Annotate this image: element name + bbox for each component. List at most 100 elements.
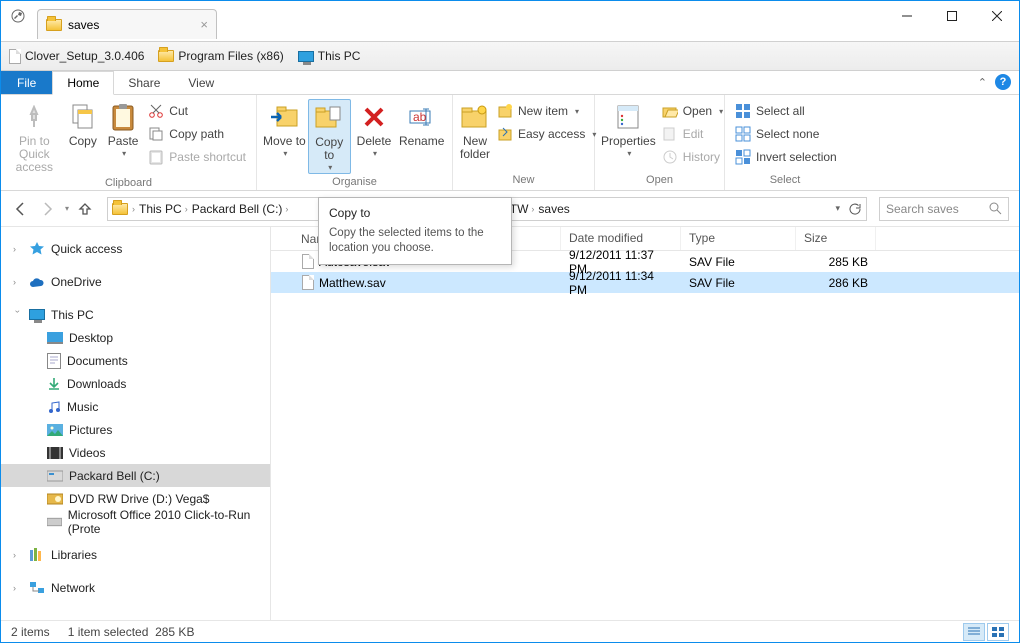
refresh-icon[interactable]	[848, 202, 862, 216]
up-button[interactable]	[75, 199, 95, 219]
monitor-icon	[29, 309, 45, 320]
copy-icon	[67, 101, 99, 133]
history-button[interactable]: History	[658, 147, 727, 167]
back-button[interactable]	[11, 199, 31, 219]
copy-to-icon	[313, 102, 345, 134]
paste-button[interactable]: Paste ▾	[104, 99, 142, 159]
open-icon	[662, 103, 678, 119]
paste-shortcut-button[interactable]: Paste shortcut	[144, 147, 250, 167]
cloud-icon	[29, 276, 45, 288]
quick-access-toolbar-icon[interactable]	[7, 5, 29, 27]
tree-network[interactable]: ›Network	[1, 576, 270, 599]
list-item[interactable]: Matthew.sav 9/12/2011 11:34 PM SAV File …	[271, 272, 1019, 293]
crumb-packard-bell[interactable]: Packard Bell (C:)›	[192, 202, 289, 216]
search-placeholder: Search saves	[886, 202, 983, 216]
copy-to-button[interactable]: Copy to▾	[308, 99, 351, 174]
tab-view[interactable]: View	[174, 71, 228, 94]
crumb-saves[interactable]: saves	[538, 202, 569, 216]
status-selection: 1 item selected 285 KB	[68, 625, 195, 639]
select-all-button[interactable]: Select all	[731, 101, 841, 121]
search-input[interactable]: Search saves	[879, 197, 1009, 221]
edit-button[interactable]: Edit	[658, 124, 727, 144]
pin-icon	[18, 101, 50, 133]
bookmark-program-files[interactable]: Program Files (x86)	[158, 49, 283, 63]
paste-shortcut-icon	[148, 149, 164, 165]
close-tab-icon[interactable]: ×	[200, 17, 208, 32]
desktop-icon	[47, 332, 63, 344]
large-icons-view-button[interactable]	[987, 623, 1009, 641]
select-all-icon	[735, 103, 751, 119]
new-item-button[interactable]: New item▾	[493, 101, 600, 121]
tree-documents[interactable]: Documents	[1, 349, 270, 372]
crumb-this-pc[interactable]: This PC›	[139, 202, 188, 216]
cut-button[interactable]: Cut	[144, 101, 250, 121]
copy-path-button[interactable]: Copy path	[144, 124, 250, 144]
document-icon	[47, 353, 61, 369]
select-none-button[interactable]: Select none	[731, 124, 841, 144]
group-label-new: New	[453, 172, 594, 190]
navigation-pane[interactable]: › Quick access › OneDrive › This PC Desk…	[1, 227, 271, 620]
group-label-organise: Organise	[257, 174, 452, 192]
new-folder-button[interactable]: New folder	[459, 99, 491, 161]
file-icon	[9, 49, 21, 64]
invert-selection-icon	[735, 149, 751, 165]
easy-access-icon	[497, 126, 513, 142]
group-label-open: Open	[595, 172, 724, 190]
folder-icon	[158, 50, 174, 62]
rename-button[interactable]: ab Rename	[397, 99, 446, 148]
maximize-button[interactable]	[929, 1, 974, 30]
bookmark-this-pc[interactable]: This PC	[298, 49, 361, 63]
collapse-ribbon-icon[interactable]: ⌃	[978, 76, 987, 89]
tree-music[interactable]: Music	[1, 395, 270, 418]
tree-desktop[interactable]: Desktop	[1, 326, 270, 349]
title-bar: saves ×	[1, 1, 1019, 41]
easy-access-button[interactable]: Easy access▾	[493, 124, 600, 144]
svg-text:ab: ab	[413, 110, 427, 124]
tree-office-drive[interactable]: Microsoft Office 2010 Click-to-Run (Prot…	[1, 510, 270, 533]
libraries-icon	[29, 548, 45, 562]
tree-pictures[interactable]: Pictures	[1, 418, 270, 441]
monitor-icon	[298, 51, 314, 62]
ribbon-tab-strip: File Home Share View ⌃ ?	[1, 71, 1019, 95]
tab-share[interactable]: Share	[114, 71, 174, 94]
tab-home[interactable]: Home	[52, 71, 114, 95]
file-list[interactable]: Name Date modified Type Size Autosave.sa…	[271, 227, 1019, 620]
minimize-button[interactable]	[884, 1, 929, 30]
status-bar: 2 items 1 item selected 285 KB	[1, 620, 1019, 642]
close-window-button[interactable]	[974, 1, 1019, 30]
move-to-icon	[268, 101, 300, 133]
move-to-button[interactable]: Move to▾	[263, 99, 306, 159]
pin-to-quick-access-button[interactable]: Pin to Quick access	[7, 99, 62, 175]
forward-button[interactable]	[37, 199, 57, 219]
tree-downloads[interactable]: Downloads	[1, 372, 270, 395]
bookmark-clover-setup[interactable]: Clover_Setup_3.0.406	[9, 49, 144, 64]
tree-libraries[interactable]: ›Libraries	[1, 543, 270, 566]
tree-this-pc[interactable]: › This PC	[1, 303, 270, 326]
help-icon[interactable]: ?	[995, 74, 1011, 90]
column-size[interactable]: Size	[796, 227, 876, 250]
delete-button[interactable]: Delete▾	[353, 99, 396, 159]
tree-quick-access[interactable]: › Quick access	[1, 237, 270, 260]
group-label-select: Select	[725, 172, 845, 190]
details-view-button[interactable]	[963, 623, 985, 641]
star-icon	[29, 241, 45, 257]
recent-locations-icon[interactable]: ▾	[65, 204, 69, 213]
properties-button[interactable]: Properties▾	[601, 99, 656, 159]
invert-selection-button[interactable]: Invert selection	[731, 147, 841, 167]
music-icon	[47, 400, 61, 414]
scissors-icon	[148, 103, 164, 119]
file-icon	[302, 254, 314, 269]
tree-onedrive[interactable]: › OneDrive	[1, 270, 270, 293]
browser-tab-saves[interactable]: saves ×	[37, 9, 217, 39]
copy-button[interactable]: Copy	[64, 99, 102, 148]
tree-packard-bell[interactable]: Packard Bell (C:)	[1, 464, 270, 487]
open-button[interactable]: Open▾	[658, 101, 727, 121]
copy-path-icon	[148, 126, 164, 142]
column-type[interactable]: Type	[681, 227, 796, 250]
folder-icon	[46, 19, 62, 31]
file-icon	[302, 275, 314, 290]
file-tab[interactable]: File	[1, 71, 52, 94]
properties-icon	[612, 101, 644, 133]
address-dropdown-icon[interactable]: ▾	[835, 203, 840, 214]
tree-videos[interactable]: Videos	[1, 441, 270, 464]
